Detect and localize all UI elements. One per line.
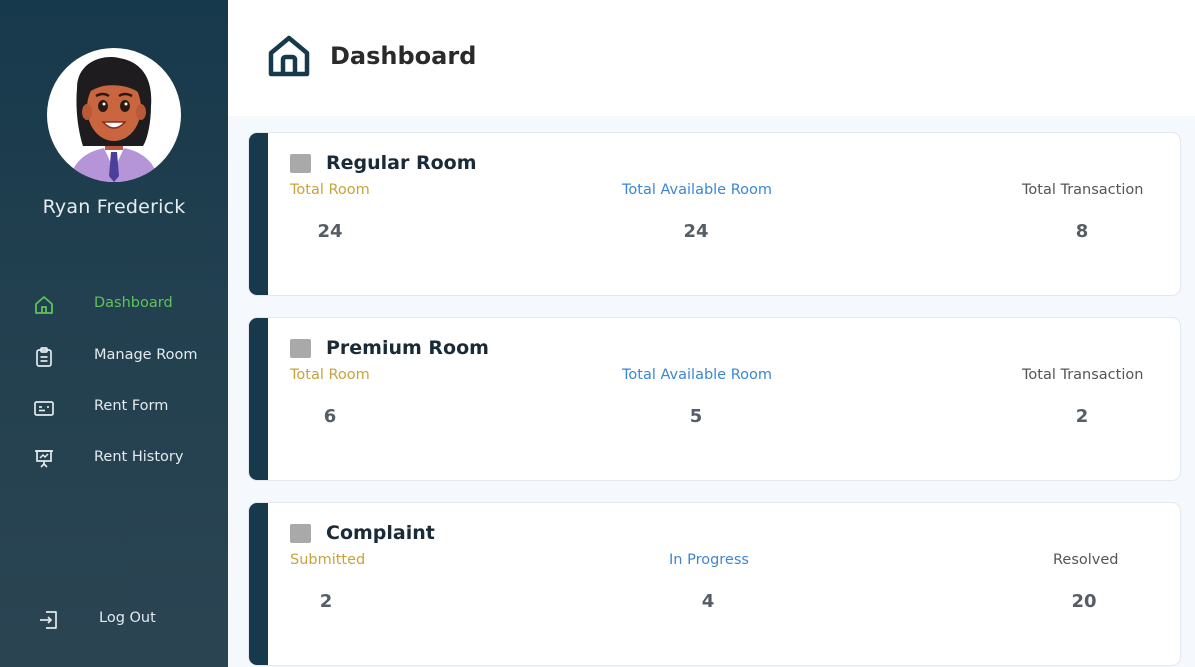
card-accent-bar: [249, 318, 268, 480]
id-card-icon: [34, 401, 54, 416]
stat-value-total-transaction: 2: [1075, 406, 1089, 427]
card-title: Regular Room: [326, 152, 477, 174]
stat-label-total-available-room: Total Available Room: [622, 367, 773, 383]
stat-label-total-room: Total Room: [290, 367, 370, 383]
stat-label-total-transaction: Total Transaction: [1022, 367, 1144, 383]
stat-value-in-progress: 4: [701, 591, 715, 612]
sidebar: Ryan Frederick Dashboard Manage Room Ren…: [0, 0, 228, 667]
stat-label-total-available-room: Total Available Room: [622, 182, 773, 198]
clipboard-icon: [36, 347, 52, 367]
stat-value-total-available-room: 24: [683, 221, 709, 242]
sidebar-item-rent-history[interactable]: Rent History: [0, 441, 228, 475]
sidebar-item-label: Manage Room: [94, 347, 198, 363]
logout-button[interactable]: Log Out: [0, 602, 228, 636]
regular-room-card: Regular Room Total Room Total Available …: [248, 132, 1181, 296]
avatar: [47, 48, 181, 182]
user-name: Ryan Frederick: [42, 196, 186, 218]
card-title: Premium Room: [326, 337, 489, 359]
sidebar-item-rent-form[interactable]: Rent Form: [0, 390, 228, 424]
sidebar-item-dashboard[interactable]: Dashboard: [0, 287, 228, 321]
sidebar-item-label: Rent History: [94, 449, 184, 465]
premium-room-card: Premium Room Total Room Total Available …: [248, 317, 1181, 481]
logout-label: Log Out: [99, 610, 156, 626]
card-square-icon: [290, 524, 311, 543]
card-square-icon: [290, 154, 311, 173]
presentation-icon: [35, 450, 53, 468]
page-header: Dashboard: [228, 0, 1195, 116]
stat-value-total-available-room: 5: [689, 406, 703, 427]
card-accent-bar: [249, 503, 268, 665]
stat-value-resolved: 20: [1071, 591, 1097, 612]
home-icon: [35, 296, 53, 314]
stat-value-total-transaction: 8: [1075, 221, 1089, 242]
sidebar-item-manage-room[interactable]: Manage Room: [0, 339, 228, 373]
logout-icon: [40, 611, 57, 629]
complaint-card: Complaint Submitted In Progress Resolved…: [248, 502, 1181, 666]
sidebar-item-label: Dashboard: [94, 295, 173, 311]
stat-label-total-room: Total Room: [290, 182, 370, 198]
stat-value-total-room: 6: [323, 406, 337, 427]
stat-label-in-progress: In Progress: [669, 552, 749, 568]
home-icon: [268, 35, 310, 77]
stat-label-submitted: Submitted: [290, 552, 366, 568]
stat-label-total-transaction: Total Transaction: [1022, 182, 1144, 198]
stat-value-submitted: 2: [319, 591, 333, 612]
card-title: Complaint: [326, 522, 435, 544]
page-title: Dashboard: [330, 42, 477, 70]
card-accent-bar: [249, 133, 268, 295]
stat-value-total-room: 24: [317, 221, 343, 242]
sidebar-item-label: Rent Form: [94, 398, 169, 414]
stat-label-resolved: Resolved: [1053, 552, 1119, 568]
avatar-image: [69, 57, 159, 182]
card-square-icon: [290, 339, 311, 358]
